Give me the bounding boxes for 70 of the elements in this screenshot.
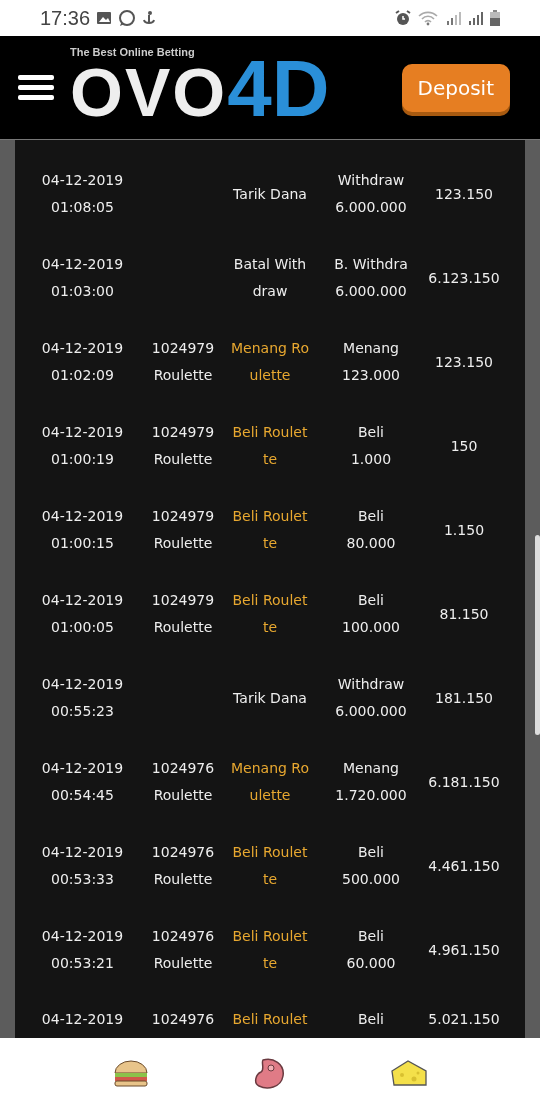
image-icon — [96, 11, 113, 25]
cheese-icon[interactable] — [390, 1059, 429, 1089]
table-cell-text: Withdraw 6.000.000 — [335, 675, 407, 721]
table-cell-text: 04-12-2019 00:55:23 — [41, 675, 124, 721]
table-cell-text: Beli Roulet te — [232, 927, 308, 973]
table-cell-text: Batal With draw — [233, 255, 307, 301]
table-cell-text: Beli 60.000 — [346, 927, 396, 973]
table-cell-text: Tarik Dana — [233, 184, 307, 204]
table-cell-text: 4.961.150 — [428, 940, 500, 960]
table-cell-text: 6.181.150 — [428, 772, 500, 792]
table-cell-text: 81.150 — [439, 604, 489, 624]
battery-icon — [490, 10, 500, 26]
table-cell-text: 04-12-2019 — [41, 1010, 124, 1029]
table-cell-text: 04-12-2019 00:54:45 — [41, 759, 124, 805]
table-cell-text: 04-12-2019 00:53:21 — [41, 927, 124, 973]
anchor-icon — [142, 10, 157, 26]
table-cell-text: Menang 1.720.000 — [335, 759, 407, 805]
status-time: 17:36 — [40, 6, 91, 30]
table-cell-text: Beli 100.000 — [342, 591, 400, 637]
table-cell-text: 04-12-2019 01:03:00 — [41, 255, 124, 301]
logo-text: 4D — [227, 49, 330, 129]
table-cell-text: 123.150 — [435, 184, 493, 204]
table-cell-text: 123.150 — [435, 352, 493, 372]
table-cell-text: Beli Roulet te — [232, 591, 308, 637]
table-cell-text: 04-12-2019 01:00:05 — [41, 591, 124, 637]
table-cell-text: 1024976 Roulette — [151, 759, 215, 805]
menu-button[interactable] — [18, 74, 54, 101]
table-cell-text: 1.150 — [443, 520, 485, 540]
table-cell-text: Menang Ro ulette — [231, 339, 309, 385]
table-cell-text: Beli Roulet — [232, 1010, 308, 1029]
table-cell-text: 4.461.150 — [428, 856, 500, 876]
table-cell-text: 1024979 Roulette — [151, 591, 215, 637]
table-cell-text: Beli 500.000 — [342, 843, 400, 889]
logo-tagline: The Best Online Betting — [70, 46, 196, 58]
table-cell-text: Menang 123.000 — [342, 339, 400, 385]
table-cell-text: 04-12-2019 01:00:19 — [41, 423, 124, 469]
alarm-icon — [394, 9, 412, 27]
table-cell-text: 04-12-2019 00:53:33 — [41, 843, 124, 889]
table-cell-text: Beli 80.000 — [346, 507, 396, 553]
table-cell-text: 1024979 Roulette — [151, 507, 215, 553]
table-cell-text: Beli — [358, 1010, 384, 1029]
burger-icon[interactable] — [111, 1059, 150, 1089]
table-cell-text: 5.021.150 — [428, 1010, 500, 1029]
signal-icon — [468, 10, 484, 26]
steak-icon[interactable] — [253, 1057, 287, 1091]
table-cell-text: 04-12-2019 01:00:15 — [41, 507, 124, 553]
table-cell-text: Menang Ro ulette — [231, 759, 309, 805]
table-cell-text: 181.150 — [435, 688, 493, 708]
table-cell-text: 1024979 Roulette — [151, 339, 215, 385]
table-cell-text: Withdraw 6.000.000 — [335, 171, 407, 217]
table-cell-text: 1024976 Roulette — [151, 843, 215, 889]
table-cell-text: 1024976 Roulette — [151, 927, 215, 973]
table-cell-text: Beli Roulet te — [232, 423, 308, 469]
table-cell-text: 04-12-2019 01:02:09 — [41, 339, 124, 385]
chat-icon — [118, 9, 137, 27]
table-cell-text: 6.123.150 — [428, 268, 500, 288]
table-cell-text: Beli Roulet te — [232, 843, 308, 889]
table-cell-text: 150 — [450, 436, 478, 456]
table-cell-text: 04-12-2019 01:08:05 — [41, 171, 124, 217]
logo-text: OVO — [70, 58, 228, 126]
table-cell-text: Beli Roulet te — [232, 507, 308, 553]
signal-icon — [446, 10, 462, 26]
table-cell-text: Beli 1.000 — [350, 423, 392, 469]
menu-icon — [18, 74, 54, 101]
table-cell-text: Tarik Dana — [233, 688, 307, 708]
table-cell-text: 1024976 — [151, 1010, 215, 1029]
scrollbar[interactable] — [535, 535, 540, 735]
table-cell-text: B. Withdra 6.000.000 — [334, 255, 408, 301]
wifi-icon — [418, 10, 440, 26]
table-cell-text: 1024979 Roulette — [151, 423, 215, 469]
